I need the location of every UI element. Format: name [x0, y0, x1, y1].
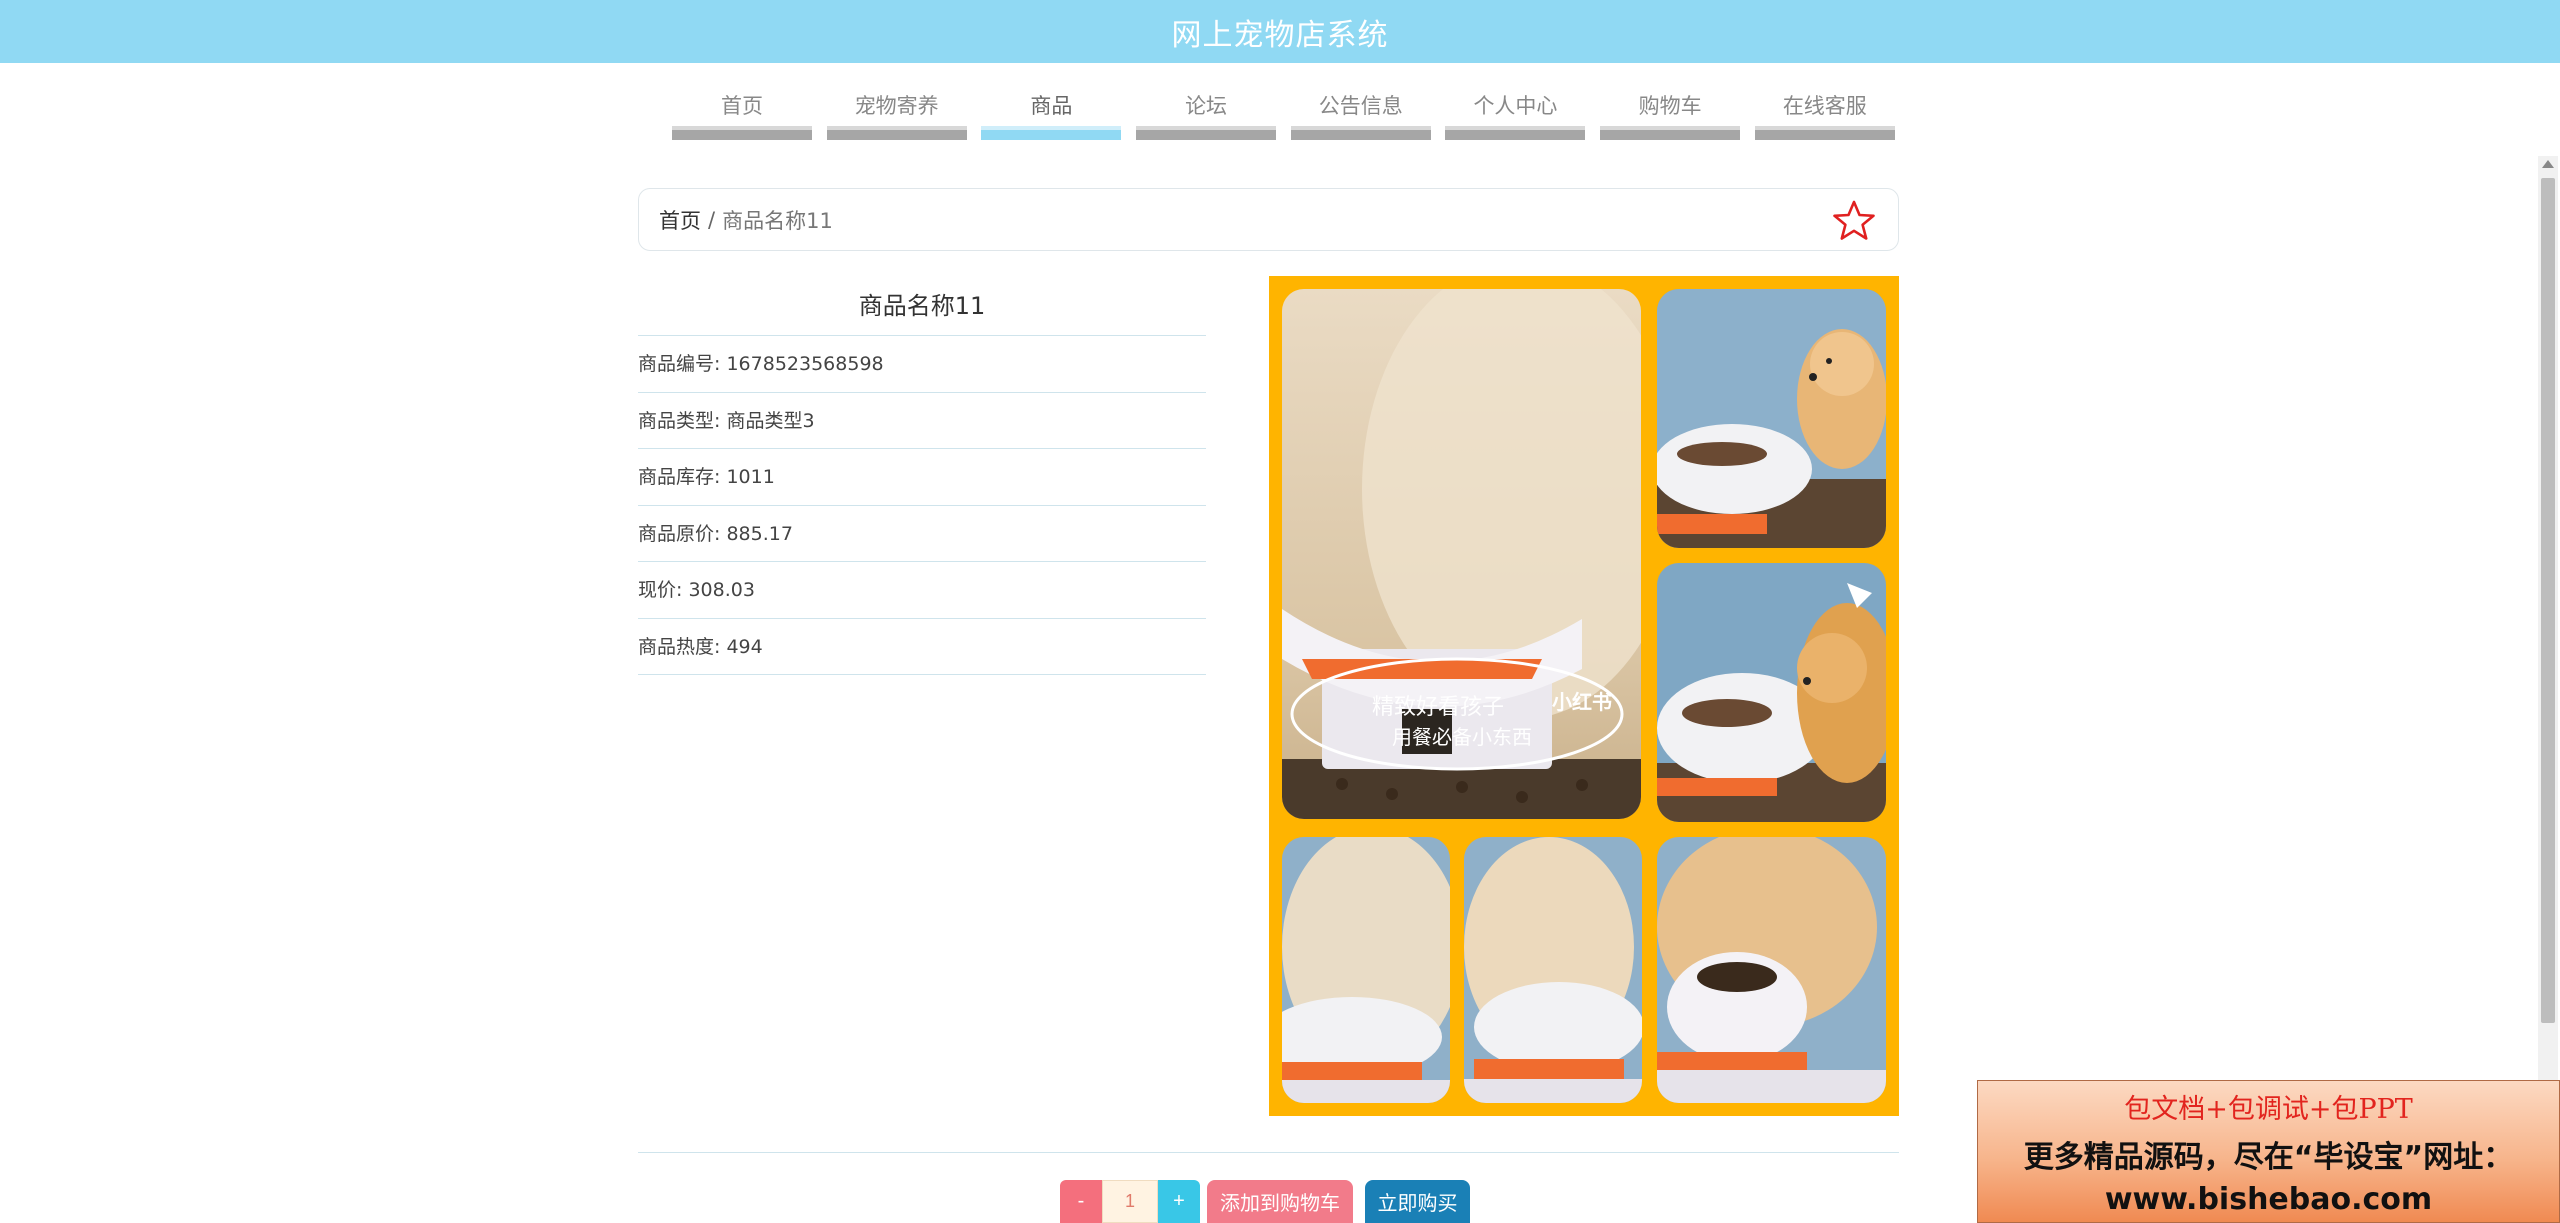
- field-label: 商品编号: [638, 353, 715, 375]
- nav-item-profile[interactable]: 个人中心: [1445, 90, 1586, 144]
- nav-label: 公告信息: [1318, 94, 1403, 118]
- photo-tile-main: 精致好看孩子 用餐必备小东西 小红书: [1282, 289, 1641, 819]
- product-info: 商品名称11 商品编号: 1678523568598 商品类型: 商品类型3 商…: [638, 278, 1206, 675]
- main-nav: 首页 宠物寄养 商品 论坛 公告信息 个人中心 购物车 在线客服: [672, 90, 1895, 144]
- product-field-row: 商品类型: 商品类型3: [638, 393, 1206, 449]
- scroll-up-arrow-icon[interactable]: [2542, 160, 2554, 168]
- dog-photo-illustration: [1657, 289, 1886, 548]
- product-field-row: 商品热度: 494: [638, 619, 1206, 675]
- field-value: 1678523568598: [726, 353, 884, 375]
- nav-item-announcements[interactable]: 公告信息: [1290, 90, 1431, 144]
- field-label: 商品原价: [638, 522, 715, 545]
- product-image[interactable]: 精致好看孩子 用餐必备小东西 小红书: [1269, 276, 1899, 1116]
- ad-banner[interactable]: 包文档+包调试+包PPT 更多精品源码，尽在“毕设宝”网址： www.bishe…: [1977, 1080, 2560, 1223]
- nav-label: 论坛: [1185, 94, 1228, 118]
- quantity-decrease-button[interactable]: -: [1060, 1180, 1102, 1223]
- nav-label: 宠物寄养: [854, 94, 939, 118]
- scroll-thumb[interactable]: [2541, 178, 2555, 1023]
- field-label: 现价: [638, 579, 677, 601]
- dog-photo-illustration: [1657, 837, 1886, 1103]
- nav-indicator: [1600, 126, 1741, 140]
- photo-tile-middle-right: [1657, 563, 1886, 822]
- section-divider: [638, 1152, 1899, 1153]
- ad-line: 包文档+包调试+包PPT: [2124, 1094, 2413, 1125]
- breadcrumb-current: 商品名称11: [722, 208, 833, 233]
- nav-indicator-active: [981, 126, 1122, 140]
- field-label: 商品热度: [638, 635, 715, 658]
- field-value: 308.03: [688, 579, 755, 601]
- nav-label: 在线客服: [1782, 94, 1867, 118]
- photo-tile-bottom-2: [1464, 837, 1642, 1103]
- page-scrollbar[interactable]: [2538, 156, 2558, 1223]
- nav-item-home[interactable]: 首页: [672, 90, 812, 144]
- nav-label: 商品: [1030, 94, 1073, 118]
- field-value: 商品类型3: [726, 409, 815, 432]
- photo-watermark: 小红书: [1552, 690, 1612, 714]
- nav-indicator: [1754, 126, 1895, 140]
- purchase-actions: - + 添加到购物车 立即购买: [1060, 1180, 1470, 1223]
- breadcrumb-home-link[interactable]: 首页: [659, 205, 701, 235]
- nav-label: 个人中心: [1473, 94, 1558, 118]
- quantity-input[interactable]: [1102, 1180, 1158, 1223]
- nav-label: 购物车: [1638, 94, 1702, 118]
- nav-indicator: [1445, 126, 1586, 140]
- field-value: 494: [726, 635, 763, 658]
- nav-indicator: [672, 126, 812, 140]
- product-field-row: 商品库存: 1011: [638, 449, 1206, 506]
- photo-caption: 精致好看孩子: [1372, 695, 1504, 720]
- nav-label: 首页: [721, 94, 763, 118]
- photo-tile-bottom-1: [1282, 837, 1450, 1103]
- photo-caption: 用餐必备小东西: [1392, 725, 1532, 749]
- nav-item-pet-boarding[interactable]: 宠物寄养: [826, 90, 967, 144]
- photo-tile-bottom-3: [1657, 837, 1886, 1103]
- nav-item-forum[interactable]: 论坛: [1136, 90, 1277, 144]
- breadcrumb: 首页 / 商品名称11: [638, 188, 1899, 251]
- dog-photo-illustration: 精致好看孩子 用餐必备小东西 小红书: [1282, 289, 1641, 819]
- add-to-cart-button[interactable]: 添加到购物车: [1207, 1180, 1353, 1223]
- nav-item-customer-service[interactable]: 在线客服: [1754, 90, 1895, 144]
- ad-line: 更多精品源码，尽在“毕设宝”网址：: [2023, 1140, 2514, 1175]
- nav-item-cart[interactable]: 购物车: [1600, 90, 1741, 144]
- product-name: 商品名称11: [638, 278, 1206, 336]
- breadcrumb-separator: /: [708, 207, 716, 232]
- field-label: 商品库存: [638, 466, 715, 488]
- star-outline-icon[interactable]: [1832, 199, 1876, 243]
- nav-indicator: [826, 126, 967, 140]
- dog-photo-illustration: [1657, 563, 1886, 822]
- dog-photo-illustration: [1282, 837, 1450, 1103]
- ad-url: www.bishebao.com: [2104, 1182, 2433, 1217]
- nav-item-products[interactable]: 商品: [981, 90, 1122, 144]
- nav-indicator: [1136, 126, 1277, 140]
- field-value: 885.17: [726, 522, 793, 545]
- nav-indicator: [1290, 126, 1431, 140]
- field-value: 1011: [726, 466, 775, 488]
- dog-photo-illustration: [1464, 837, 1642, 1103]
- site-header: 网上宠物店系统: [0, 0, 2560, 63]
- quantity-increase-button[interactable]: +: [1158, 1180, 1200, 1223]
- site-title: 网上宠物店系统: [1171, 17, 1389, 53]
- product-field-row: 现价: 308.03: [638, 562, 1206, 619]
- buy-now-button[interactable]: 立即购买: [1365, 1180, 1470, 1223]
- product-field-row: 商品原价: 885.17: [638, 506, 1206, 562]
- photo-tile-top-right: [1657, 289, 1886, 548]
- field-label: 商品类型: [638, 409, 715, 432]
- product-field-row: 商品编号: 1678523568598: [638, 336, 1206, 393]
